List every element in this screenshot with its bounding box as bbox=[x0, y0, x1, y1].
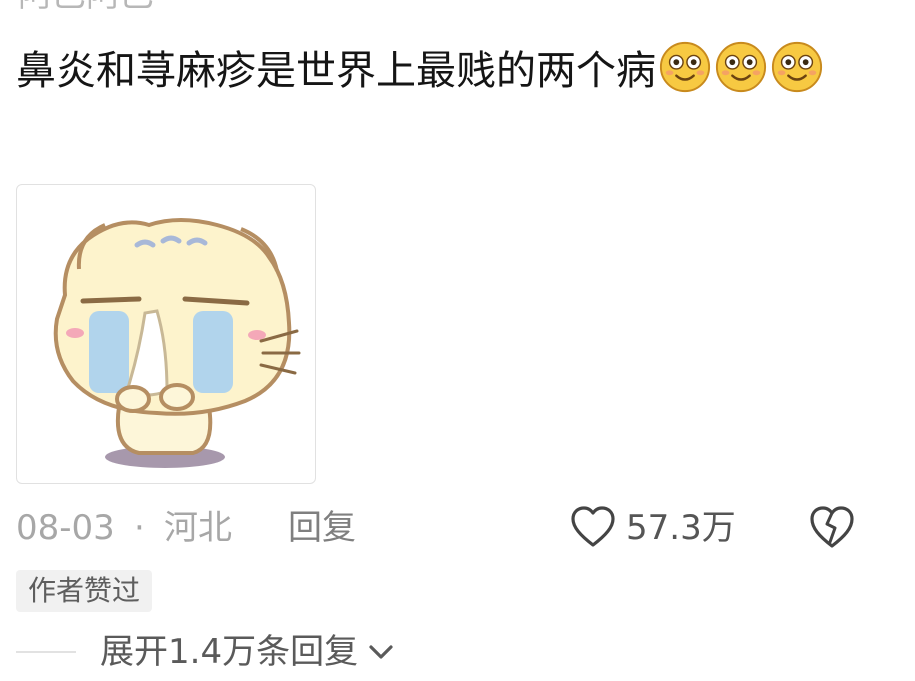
heart-icon bbox=[571, 506, 615, 547]
like-count: 57.3万 bbox=[626, 508, 736, 548]
smiling-face-icon bbox=[771, 41, 823, 93]
comment-image[interactable] bbox=[16, 184, 316, 484]
reply-button[interactable]: 回复 bbox=[288, 508, 356, 548]
expand-replies-label: 展开1.4万条回复 bbox=[100, 632, 359, 672]
comment-location: 河北 bbox=[164, 508, 232, 548]
expand-replies-button[interactable]: 展开1.4万条回复 bbox=[100, 630, 395, 674]
comment-text-block: 鼻炎和荨麻疹是世界上最贱的两个病 bbox=[16, 38, 896, 104]
comment-date: 08-03 bbox=[16, 508, 115, 548]
author-liked-badge: 作者赞过 bbox=[16, 570, 153, 612]
smiling-face-icon bbox=[659, 41, 711, 93]
comment-text: 鼻炎和荨麻疹是世界上最贱的两个病 bbox=[16, 48, 656, 94]
smiling-face-icon bbox=[715, 41, 767, 93]
crying-cat-sticker bbox=[53, 218, 301, 468]
comment-username[interactable]: 阿巴阿巴 bbox=[18, 0, 154, 12]
broken-heart-icon[interactable] bbox=[808, 504, 856, 550]
divider-line bbox=[16, 651, 76, 653]
chevron-down-icon bbox=[369, 645, 393, 659]
meta-separator: · bbox=[134, 508, 145, 548]
comment-meta-row: 08-03 · 河北 回复 57.3万 bbox=[16, 504, 906, 552]
